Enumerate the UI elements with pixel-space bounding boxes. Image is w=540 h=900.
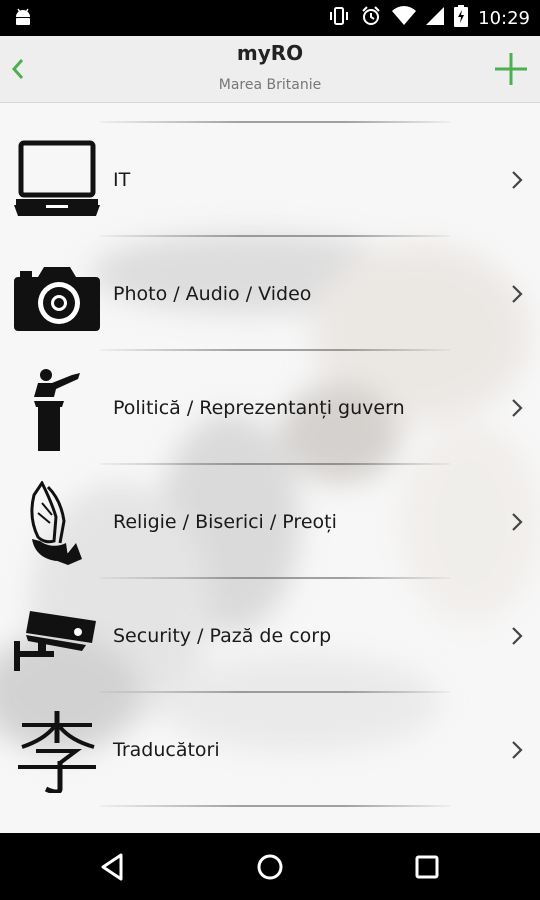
- category-label: IT: [113, 169, 131, 191]
- app-bar: myRO Marea Britanie: [0, 36, 540, 103]
- chevron-right-icon: [512, 627, 523, 645]
- category-label: Politică / Reprezentanți guvern: [113, 397, 405, 419]
- divider: [100, 805, 450, 807]
- nav-recents-button[interactable]: [407, 847, 447, 887]
- laptop-icon: [14, 140, 100, 216]
- back-triangle-icon: [101, 853, 123, 881]
- praying-hands-icon: [30, 481, 82, 565]
- chevron-right-icon: [512, 741, 523, 759]
- speaker-podium-icon: [34, 369, 80, 451]
- status-bar: 10:29: [0, 0, 540, 36]
- category-row-politica[interactable]: Politică / Reprezentanți guvern: [0, 351, 540, 465]
- chevron-right-icon: [512, 513, 523, 531]
- camera-icon: [14, 267, 100, 331]
- category-row-traducatori[interactable]: Traducători: [0, 693, 540, 807]
- signal-icon: [426, 6, 445, 30]
- category-row-photo-audio-video[interactable]: Photo / Audio / Video: [0, 237, 540, 351]
- category-row-security[interactable]: Security / Pază de corp: [0, 579, 540, 693]
- page-subtitle: Marea Britanie: [218, 77, 322, 93]
- alarm-icon: [360, 5, 382, 31]
- category-list-area[interactable]: IT Photo / Audio / Video Politică / Repr…: [0, 103, 540, 833]
- chevron-right-icon: [512, 399, 523, 417]
- category-label: Photo / Audio / Video: [113, 283, 312, 305]
- category-label: Religie / Biserici / Preoți: [113, 511, 337, 533]
- home-circle-icon: [257, 854, 283, 880]
- category-label: Security / Pază de corp: [113, 625, 332, 647]
- navigation-bar: [0, 833, 540, 900]
- nav-home-button[interactable]: [250, 847, 290, 887]
- security-camera-icon: [14, 611, 96, 671]
- add-button[interactable]: [492, 50, 530, 88]
- chevron-right-icon: [512, 285, 523, 303]
- category-row-it[interactable]: IT: [0, 123, 540, 237]
- recents-square-icon: [415, 855, 439, 879]
- status-time: 10:29: [478, 7, 530, 29]
- category-label: Traducători: [113, 739, 220, 761]
- category-row-religie[interactable]: Religie / Biserici / Preoți: [0, 465, 540, 579]
- chevron-right-icon: [512, 171, 523, 189]
- plus-icon: [495, 53, 527, 85]
- android-icon: [12, 6, 34, 32]
- battery-icon: [454, 5, 469, 31]
- wifi-icon: [392, 6, 417, 30]
- chinese-character-icon: [18, 711, 96, 793]
- nav-back-button[interactable]: [93, 847, 133, 887]
- page-title: myRO: [236, 41, 304, 65]
- vibrate-icon: [328, 5, 350, 31]
